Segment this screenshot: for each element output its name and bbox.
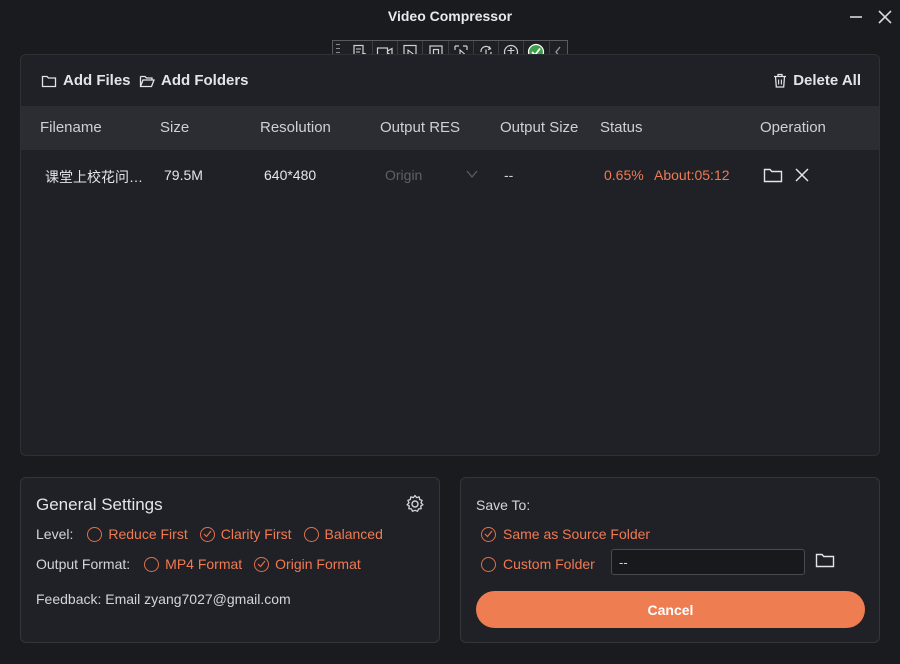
save-to-title: Save To: (476, 497, 531, 513)
option-label: Reduce First (108, 526, 188, 542)
row-eta: About:05:12 (654, 167, 730, 183)
save-to-panel: Save To: Same as Source Folder Custom Fo… (460, 477, 880, 643)
add-files-label: Add Files (63, 72, 131, 89)
option-label: Clarity First (220, 526, 292, 542)
row-resolution: 640*480 (264, 167, 317, 183)
close-icon (878, 10, 892, 24)
radio-icon (144, 556, 160, 572)
radio-checked-icon (481, 526, 496, 542)
option-label: Balanced (324, 526, 383, 542)
minimize-icon (850, 16, 862, 18)
open-folder-button[interactable] (763, 167, 783, 186)
close-icon (795, 168, 809, 182)
format-option-origin[interactable]: Origin Format (254, 556, 361, 572)
column-header-status: Status (600, 119, 643, 136)
column-header-filename: Filename (40, 119, 102, 136)
add-files-button[interactable]: Add Files (41, 72, 131, 89)
trash-icon (774, 73, 787, 88)
table-row[interactable]: 课堂上校花问… 79.5M 640*480 Origin -- 0.65% Ab… (21, 155, 879, 197)
window-title: Video Compressor (387, 8, 513, 24)
level-label: Level: (36, 526, 74, 542)
folder-icon (815, 553, 835, 568)
cancel-button[interactable]: Cancel (476, 591, 865, 628)
radio-icon (481, 556, 496, 572)
option-label: Same as Source Folder (503, 526, 651, 542)
save-option-same-source[interactable]: Same as Source Folder (481, 526, 650, 542)
level-option-balanced[interactable]: Balanced (303, 526, 383, 542)
folder-icon (763, 168, 783, 183)
radio-checked-icon (254, 556, 270, 572)
column-header-output-res: Output RES (380, 119, 461, 136)
folder-icon (41, 75, 57, 87)
general-settings-title: General Settings (36, 495, 163, 514)
level-option-clarity-first[interactable]: Clarity First (199, 526, 292, 542)
table-header: Filename Size Resolution Output RES Outp… (21, 106, 879, 150)
output-format-row: Output Format: MP4 Format Origin Format (36, 556, 361, 572)
custom-folder-input[interactable] (611, 549, 805, 575)
level-option-reduce-first[interactable]: Reduce First (87, 526, 188, 542)
option-label: MP4 Format (165, 556, 243, 572)
column-header-operation: Operation (760, 119, 826, 136)
remove-file-button[interactable] (794, 167, 810, 186)
column-header-resolution: Resolution (260, 119, 331, 136)
save-option-custom-folder[interactable]: Custom Folder (481, 556, 595, 572)
browse-folder-button[interactable] (815, 552, 835, 573)
settings-button[interactable] (405, 494, 425, 519)
file-list-panel: Add Files Add Folders Delete All Filenam… (20, 54, 880, 456)
close-window-button[interactable] (874, 6, 896, 28)
column-header-size: Size (160, 119, 190, 136)
delete-all-label: Delete All (793, 72, 861, 89)
delete-all-button[interactable]: Delete All (773, 72, 861, 89)
output-res-value: Origin (385, 167, 423, 183)
radio-checked-icon (199, 526, 215, 542)
output-res-select[interactable]: Origin (385, 167, 479, 183)
add-folders-button[interactable]: Add Folders (139, 72, 249, 89)
radio-icon (87, 526, 103, 542)
feedback-text: Feedback: Email zyang7027@gmail.com (36, 591, 291, 607)
row-progress: 0.65% (604, 167, 644, 183)
option-label: Origin Format (275, 556, 361, 572)
gear-icon (406, 494, 424, 512)
format-option-mp4[interactable]: MP4 Format (144, 556, 242, 572)
general-settings-panel: General Settings Level: Reduce First Cla… (20, 477, 440, 643)
row-size: 79.5M (164, 167, 203, 183)
add-folders-label: Add Folders (161, 72, 249, 89)
output-format-label: Output Format: (36, 556, 131, 572)
option-label: Custom Folder (503, 556, 595, 572)
row-output-size: -- (504, 167, 514, 183)
open-folder-icon (139, 75, 155, 87)
file-actions-bar: Add Files Add Folders Delete All (21, 55, 879, 105)
column-header-output-size: Output Size (500, 119, 579, 136)
minimize-button[interactable] (845, 6, 867, 28)
level-row: Level: Reduce First Clarity First Balanc… (36, 526, 383, 542)
chevron-down-icon (466, 170, 478, 178)
row-filename: 课堂上校花问… (45, 169, 143, 185)
radio-icon (303, 526, 319, 542)
title-bar: Video Compressor (0, 0, 900, 34)
